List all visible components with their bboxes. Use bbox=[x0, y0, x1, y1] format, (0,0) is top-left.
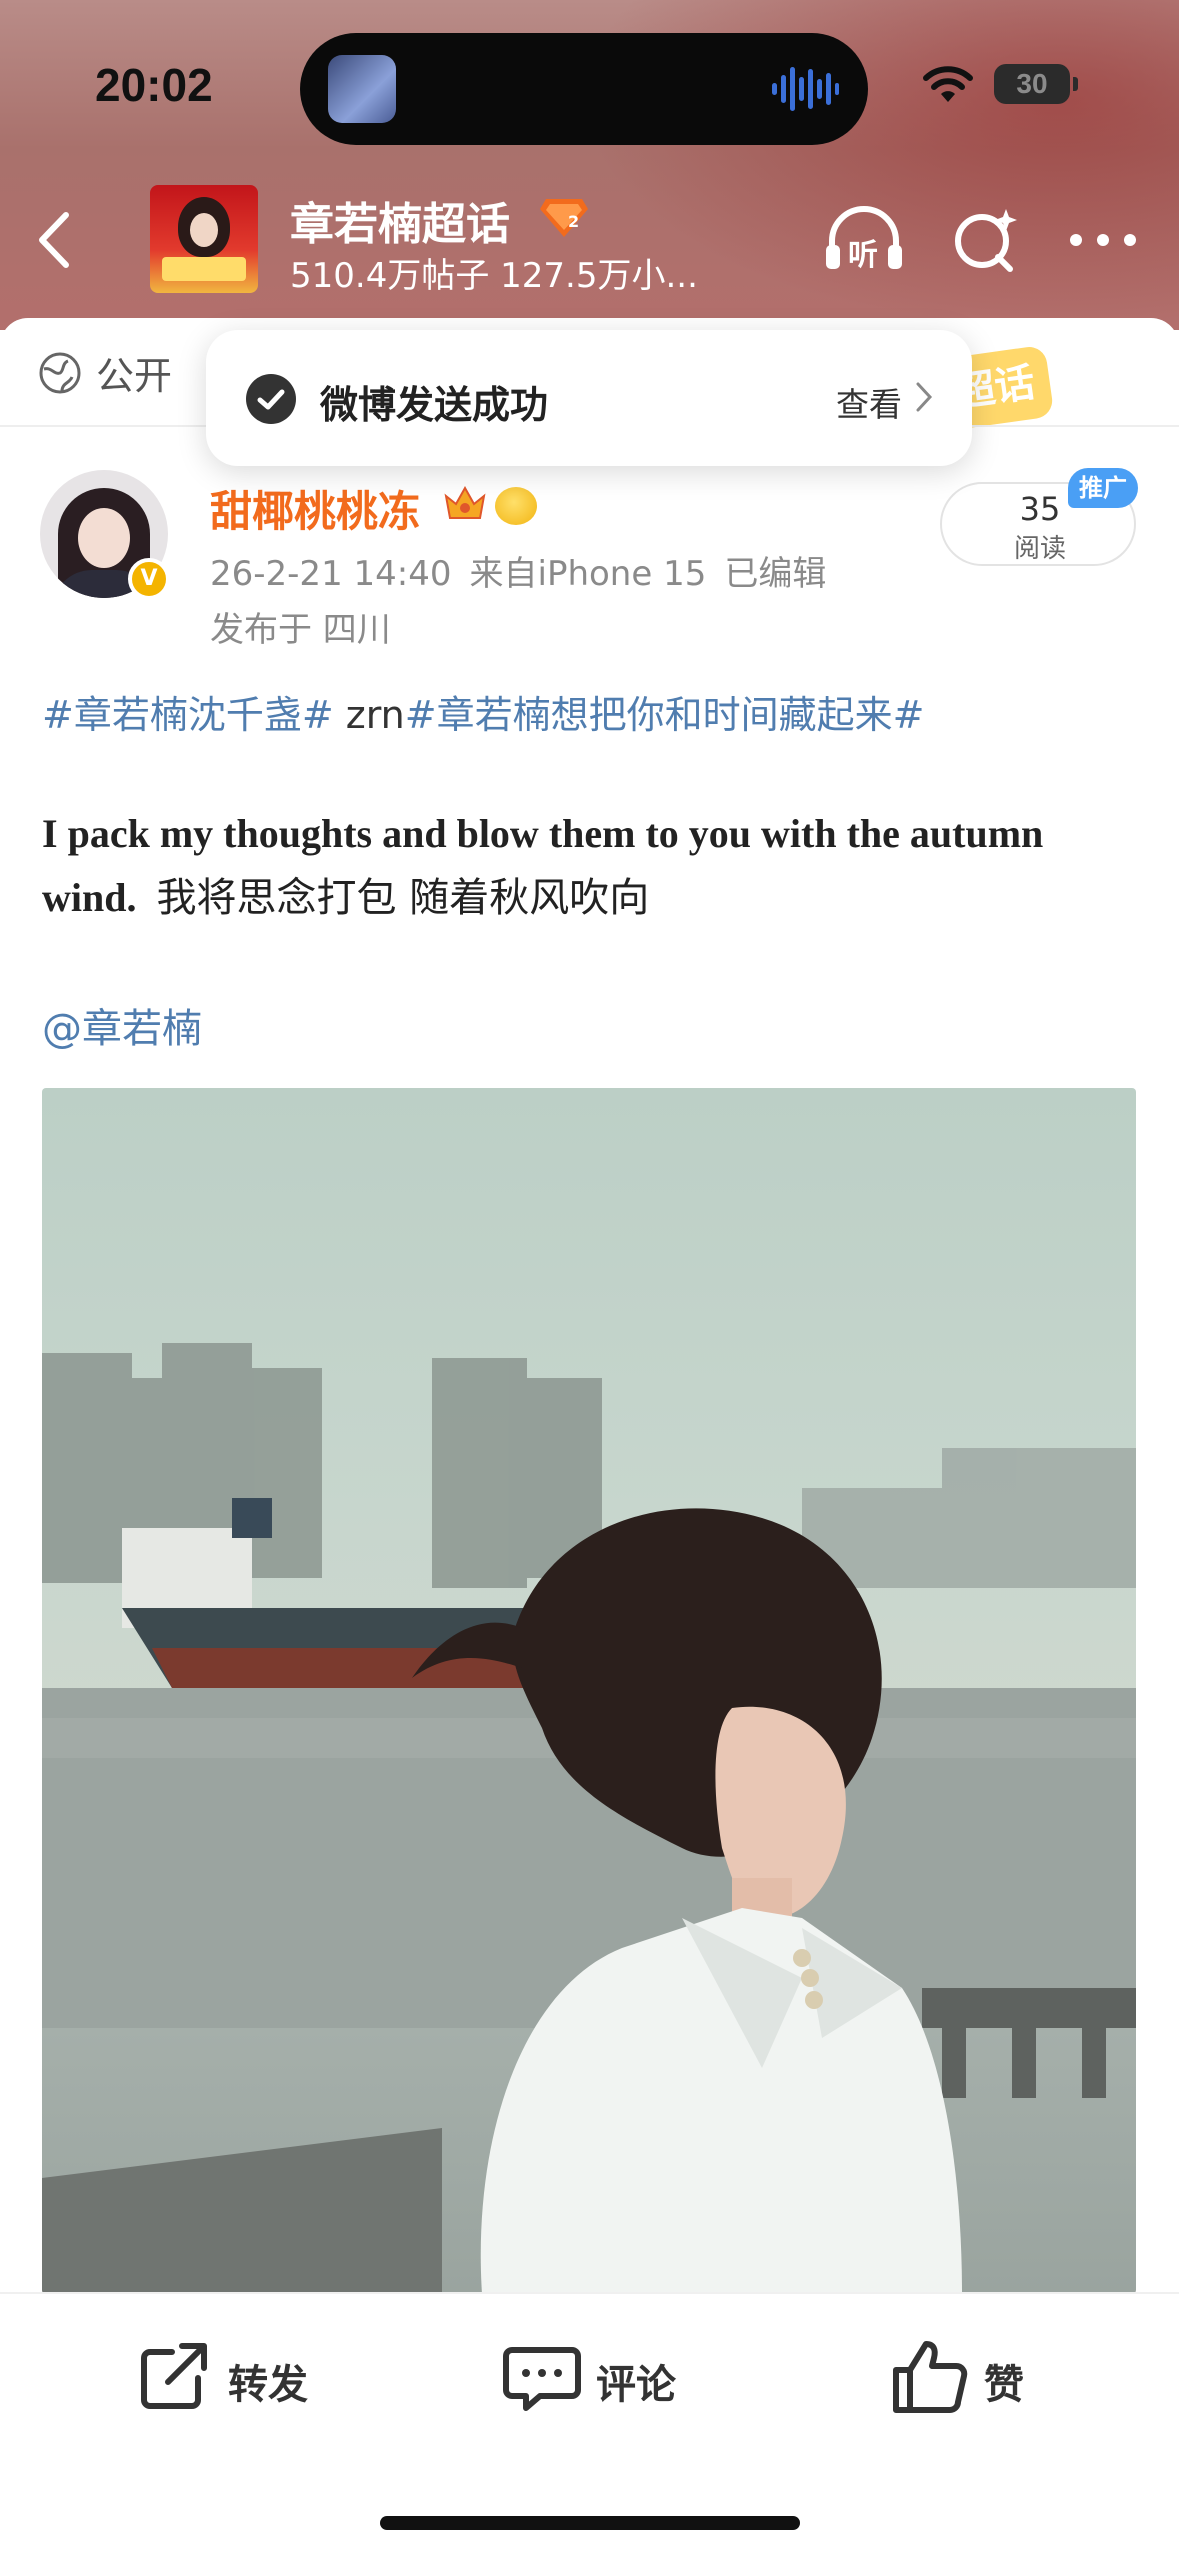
gold-ingot-icon bbox=[495, 487, 537, 525]
home-indicator[interactable] bbox=[380, 2516, 800, 2530]
share-icon bbox=[141, 2343, 207, 2409]
chevron-left-icon[interactable] bbox=[30, 205, 80, 275]
chevron-right-icon bbox=[916, 382, 933, 412]
audio-wave-icon bbox=[772, 67, 839, 111]
visibility-row[interactable]: 公开 bbox=[38, 345, 172, 400]
repost-label: 转发 bbox=[228, 2362, 308, 2408]
post-source: 来自iPhone 15 bbox=[469, 554, 707, 594]
check-icon bbox=[246, 374, 296, 424]
post-date: 26-2-21 14:40 bbox=[210, 554, 452, 594]
post-location: 发布于 四川 bbox=[210, 610, 391, 650]
post-photo[interactable] bbox=[42, 1088, 1136, 2294]
crown-icon bbox=[444, 485, 486, 519]
toast-message: 微博发送成功 bbox=[320, 383, 549, 427]
topic-title[interactable]: 章若楠超话 bbox=[290, 188, 510, 252]
listen-icon[interactable]: 听 bbox=[822, 205, 906, 275]
comment-icon bbox=[503, 2347, 581, 2411]
promote-badge[interactable]: 推广 bbox=[1068, 468, 1138, 508]
like-label: 赞 bbox=[984, 2362, 1024, 2408]
comment-label: 评论 bbox=[596, 2362, 676, 2408]
verified-badge-icon: V bbox=[128, 558, 170, 600]
status-time: 20:02 bbox=[95, 59, 213, 111]
mention-link[interactable]: @章若楠 bbox=[42, 996, 202, 1054]
post-body: I pack my thoughts and blow them to you … bbox=[42, 802, 1142, 930]
visibility-label: 公开 bbox=[96, 354, 173, 398]
send-success-toast[interactable]: 微博发送成功 查看 bbox=[206, 330, 972, 466]
topic-avatar[interactable] bbox=[150, 185, 258, 293]
now-playing-artwork bbox=[328, 55, 396, 123]
search-sparkle-icon[interactable] bbox=[950, 205, 1020, 275]
read-label: 阅读 bbox=[1013, 534, 1066, 564]
listen-label: 听 bbox=[848, 238, 878, 273]
hashtag-link[interactable]: #章若楠想把你和时间藏起来# bbox=[405, 693, 925, 737]
dynamic-island[interactable] bbox=[300, 33, 868, 145]
post-meta: 26-2-21 14:40 来自iPhone 15 已编辑 bbox=[210, 546, 844, 595]
battery-indicator: 30 bbox=[994, 64, 1078, 104]
more-icon[interactable] bbox=[1068, 225, 1138, 255]
author-name[interactable]: 甜椰桃桃冻 bbox=[210, 478, 420, 539]
post-hashtags: #章若楠沈千盏# zrn#章若楠想把你和时间藏起来# bbox=[42, 684, 924, 739]
post-body-chinese: 我将思念打包 随着秋风吹向 bbox=[156, 875, 650, 921]
topic-stats: 510.4万帖子 127.5万小... bbox=[290, 256, 698, 296]
post-inline-text: zrn bbox=[333, 693, 405, 737]
wifi-icon bbox=[923, 66, 973, 102]
hashtag-link[interactable]: #章若楠沈千盏# bbox=[42, 693, 334, 737]
svg-text:2: 2 bbox=[568, 212, 579, 231]
thumbs-up-icon bbox=[893, 2341, 968, 2413]
post-edited: 已编辑 bbox=[724, 554, 827, 594]
diamond-level-icon: 2 bbox=[540, 199, 588, 237]
toast-view-link[interactable]: 查看 bbox=[836, 378, 902, 426]
globe-icon bbox=[39, 352, 81, 393]
